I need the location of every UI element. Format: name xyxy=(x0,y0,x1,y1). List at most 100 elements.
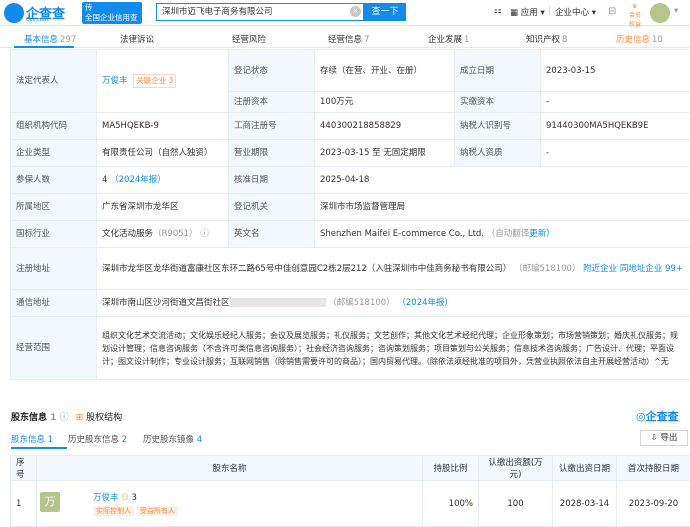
insured-cell: 4 （2024年报） xyxy=(97,167,229,194)
paid-capital: - xyxy=(541,92,690,113)
qcc-logo-icon[interactable] xyxy=(4,3,24,23)
comm-year-link[interactable]: （2024年报） xyxy=(397,298,453,308)
subtab-count: 2 xyxy=(122,435,127,445)
help-icon[interactable]: ⓘ xyxy=(60,413,69,423)
table-row: 1 万俊丰 ⚇ 3 实际控制人受益所有人 100% 100 2028-03-14… xyxy=(11,481,690,527)
avatar[interactable]: 万 xyxy=(40,492,60,512)
approval-date-label: 核准日期 xyxy=(229,167,315,194)
col-first-date[interactable]: 首次持股日期 xyxy=(617,456,690,481)
region-label: 所属地区 xyxy=(11,194,97,221)
member-label1: 会员 xyxy=(624,10,646,19)
logo-sub: Qcc.com xyxy=(26,17,48,23)
member-label2: 权益 xyxy=(624,19,646,28)
legal-rep-cell: 万俊丰 关联企业 3 xyxy=(97,50,229,113)
export-icon: ⇩ xyxy=(651,433,658,443)
info-icon[interactable]: ⓘ xyxy=(200,229,209,239)
chart-icon: ⊞ xyxy=(76,413,84,423)
export-button[interactable]: ⇩ 导出 xyxy=(640,430,688,446)
industry-cell: 文化活动服务（R9051） ⓘ xyxy=(97,221,229,248)
company-type: 有限责任公司（自然人独资） xyxy=(97,140,229,167)
english-name: Shenzhen Maifei E-commerce Co., Ltd. xyxy=(320,229,484,239)
row-ratio: 100% xyxy=(423,481,479,527)
tab-count: 1 xyxy=(464,35,469,45)
legal-rep-name[interactable]: 万俊丰 xyxy=(102,76,128,86)
org-code-label: 组织机构代码 xyxy=(11,113,97,140)
insured-label: 参保人数 xyxy=(11,167,97,194)
biz-reg-no-label: 工商注册号 xyxy=(229,113,315,140)
tab-count: 7 xyxy=(364,35,369,45)
comm-address: 深圳市南山区沙河街道文昌街社区 xyxy=(102,298,230,308)
chevron-down-icon[interactable]: ▾ xyxy=(674,6,678,16)
subtab-label: 股东信息 xyxy=(11,435,45,445)
subtab-history-mirror[interactable]: 历史股东镜像 4 xyxy=(143,433,202,445)
subtab-count: 1 xyxy=(48,435,53,445)
approval-date: 2025-04-18 xyxy=(315,167,690,194)
related-company-label: 关联企业 xyxy=(136,76,166,85)
search-button[interactable]: 查一下 xyxy=(364,3,406,21)
reg-capital: 100万元 xyxy=(315,92,455,113)
insured-year-link[interactable]: （2024年报） xyxy=(110,175,166,185)
credit-query-badge[interactable]: 传 全国企业信用查询 xyxy=(82,2,142,24)
taxpayer-id-label: 纳税人识别号 xyxy=(455,113,541,140)
message-icon[interactable]: ⊟ xyxy=(608,6,616,17)
comm-postcode: （邮编518100） xyxy=(328,298,394,308)
english-name-cell: Shenzhen Maifei E-commerce Co., Ltd. （自动… xyxy=(315,221,690,248)
reg-address-label: 注册地址 xyxy=(11,248,97,290)
subtab-shareholders[interactable]: 股东信息 1 xyxy=(11,433,53,445)
reg-address-postcode: （邮编518100） xyxy=(514,264,580,274)
tab-label: 经营风险 xyxy=(232,35,266,45)
row-first-date: 2023-09-20 xyxy=(617,481,690,527)
shareholder-related-count[interactable]: 3 xyxy=(132,493,137,503)
enterprise-center-label: 企业中心 xyxy=(555,8,589,18)
industry-code: （R9051） xyxy=(153,229,198,239)
brand-text: 企查查 xyxy=(646,410,679,423)
controller-tag: 实际控制人 xyxy=(93,506,134,516)
search-input[interactable]: 深圳市迈飞电子商务有限公司 xyxy=(156,3,364,21)
shareholder-name[interactable]: 万俊丰 xyxy=(93,493,119,503)
tab-legal[interactable]: 法律诉讼 xyxy=(120,33,154,45)
tab-risk[interactable]: 经营风险 xyxy=(232,33,266,45)
apps-label: 应用 xyxy=(521,8,538,18)
biz-term: 2023-03-15 至 无固定期限 xyxy=(315,140,455,167)
row-name-cell: 万俊丰 ⚇ 3 实际控制人受益所有人 xyxy=(37,481,423,527)
business-scope: 组织文化艺术交流活动；文化娱乐经纪人服务；会议及展览服务；礼仪服务；文艺创作；其… xyxy=(97,317,690,380)
same-address-link[interactable]: 同地址企业 99+ xyxy=(620,264,683,274)
subtab-label: 历史股东信息 xyxy=(68,435,119,445)
related-company-badge[interactable]: 关联企业 3 xyxy=(133,74,176,88)
person-icon[interactable]: ⚇ xyxy=(121,493,129,503)
shareholders-title-text: 股东信息 xyxy=(11,413,47,423)
user-avatar[interactable] xyxy=(650,3,670,23)
clear-icon[interactable]: ✕ xyxy=(350,6,361,17)
tab-label: 经营信息 xyxy=(328,35,362,45)
badge-line1: 传 xyxy=(85,3,139,13)
english-name-update-link[interactable]: 更新） xyxy=(529,229,555,239)
col-ratio[interactable]: 持股比例 xyxy=(423,456,479,481)
col-date[interactable]: 认缴出资日期 xyxy=(553,456,617,481)
tab-history[interactable]: 历史信息10 xyxy=(616,33,663,45)
apps-menu[interactable]: ▦ 应用 ▾ xyxy=(510,6,545,18)
tab-basic-info[interactable]: 基本信息297 xyxy=(24,33,76,45)
tab-ip[interactable]: 知识产权8 xyxy=(526,33,567,45)
col-index: 序号 xyxy=(11,456,37,481)
tab-business[interactable]: 经营信息7 xyxy=(328,33,369,45)
biz-term-label: 营业期限 xyxy=(229,140,315,167)
tab-label: 历史信息 xyxy=(616,35,650,45)
subtab-history-shareholders[interactable]: 历史股东信息 2 xyxy=(68,433,127,445)
enterprise-center-menu[interactable]: 企业中心 ▾ xyxy=(555,6,596,18)
col-amount[interactable]: 认缴出资额(万元) xyxy=(479,456,553,481)
company-type-label: 企业类型 xyxy=(11,140,97,167)
crown-icon: ♛ xyxy=(624,3,646,10)
tab-development[interactable]: 企业发展1 xyxy=(428,33,469,45)
industry: 文化活动服务 xyxy=(102,229,153,239)
tab-label: 知识产权 xyxy=(526,35,560,45)
subtab-count: 4 xyxy=(197,435,202,445)
equity-structure-link[interactable]: ⊞ 股权结构 xyxy=(76,413,122,423)
top-bar: 企查查 Qcc.com 传 全国企业信用查询 深圳市迈飞电子商务有限公司 ✕ 查… xyxy=(0,0,690,26)
nearby-link[interactable]: 附近企业 xyxy=(583,264,617,274)
legal-rep-label: 法定代表人 xyxy=(11,50,97,113)
member-benefits[interactable]: ♛会员权益 xyxy=(624,3,646,28)
qr-icon[interactable]: ⚏ xyxy=(494,6,502,16)
related-company-count: 3 xyxy=(169,76,174,85)
reg-status-label: 登记状态 xyxy=(229,50,315,92)
apps-icon: ▦ xyxy=(510,8,518,18)
